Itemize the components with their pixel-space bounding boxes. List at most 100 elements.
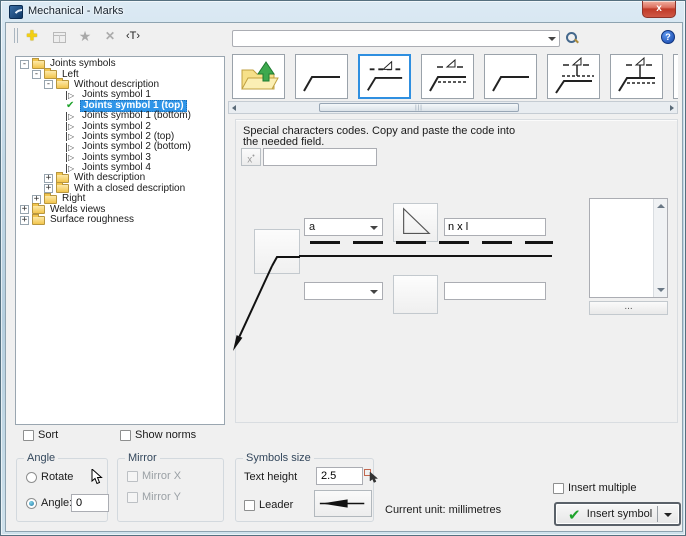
- tree-item-joints-symbol-1-bottom[interactable]: ▷ Joints symbol 1 (bottom): [16, 111, 224, 121]
- angle-input[interactable]: [76, 496, 104, 510]
- scroll-up-icon[interactable]: [657, 204, 665, 208]
- text-height-input[interactable]: [321, 469, 358, 483]
- expand-icon[interactable]: +: [20, 205, 29, 215]
- rotate-radio[interactable]: [26, 472, 37, 483]
- folder-icon: [44, 192, 57, 204]
- search-combobox[interactable]: [232, 30, 560, 47]
- tree-item-joints-symbol-2-bottom[interactable]: ▷ Joints symbol 2 (bottom): [16, 142, 224, 152]
- special-char-code-button[interactable]: x•: [241, 148, 261, 166]
- pick-height-button[interactable]: [364, 468, 379, 483]
- chevron-down-icon[interactable]: [370, 290, 378, 294]
- text-style-icon: ‹T›: [125, 30, 141, 42]
- leader-label: Leader: [259, 499, 294, 511]
- special-chars-hint-line2: the needed field.: [243, 136, 325, 148]
- delete-button[interactable]: ✕: [99, 26, 121, 46]
- mirror-x-checkbox[interactable]: [127, 471, 138, 482]
- symbol-flag-icon: ▷: [66, 132, 78, 142]
- leader-dashed-triangle-icon: [367, 60, 405, 91]
- thumbnail-leader-plain[interactable]: [295, 54, 348, 99]
- symbol-flag-icon: ▷: [66, 153, 78, 163]
- weld-reference-line: [299, 255, 552, 257]
- scroll-left-icon[interactable]: [232, 105, 236, 111]
- chevron-down-icon[interactable]: [370, 226, 378, 230]
- angle-radio[interactable]: [26, 498, 37, 509]
- toolbar-grip[interactable]: [14, 28, 18, 43]
- dialog-window: Mechanical - Marks x ✚ ★ ✕ ‹T› ? - Joints…: [0, 0, 686, 536]
- thumbnail-selected-symbol[interactable]: [358, 54, 411, 99]
- search-icon[interactable]: [566, 32, 579, 45]
- scroll-right-icon[interactable]: [670, 105, 674, 111]
- open-folder-icon: [241, 61, 279, 90]
- thumbnail-symbol-7[interactable]: [610, 54, 663, 99]
- weld-identification-dashed-line: [310, 241, 553, 244]
- favorite-button[interactable]: ★: [74, 26, 96, 46]
- pick-cursor-icon: [369, 472, 379, 483]
- help-button[interactable]: ?: [661, 30, 675, 44]
- expand-icon[interactable]: +: [44, 173, 53, 183]
- fillet-weld-triangle-icon: [403, 207, 431, 234]
- thumbnail-scrollbar[interactable]: |||: [228, 101, 678, 114]
- leader-checkbox[interactable]: [244, 500, 255, 511]
- chevron-down-icon[interactable]: [548, 37, 556, 41]
- bottom-note-input[interactable]: [448, 284, 542, 298]
- notes-listbox[interactable]: [589, 198, 668, 298]
- app-icon: [9, 5, 23, 19]
- bottom-weld-symbol-button[interactable]: [393, 275, 438, 314]
- tree-item-surface-roughness[interactable]: + Surface roughness: [16, 213, 224, 225]
- symbols-tree: - Joints symbols - Left - Without descripti…: [15, 56, 225, 425]
- thumbnail-symbol-5[interactable]: [484, 54, 537, 99]
- symbol-thumbnail-strip: [232, 54, 678, 100]
- leader-triangle-stem-dashed-above-icon: [555, 56, 594, 94]
- insert-multiple-checkbox[interactable]: [553, 483, 564, 494]
- thumbnail-symbol-4[interactable]: [421, 54, 474, 99]
- thumbnail-partial[interactable]: [673, 54, 678, 99]
- angle-group: Angle Rotate Angle:: [16, 452, 109, 522]
- scrollbar-thumb[interactable]: |||: [319, 103, 519, 112]
- top-note-input[interactable]: [448, 220, 542, 234]
- mirror-y-label: Mirror Y: [142, 491, 181, 503]
- text-height-label: Text height: [244, 471, 298, 483]
- leader-arrow-style-button[interactable]: [314, 490, 372, 517]
- expand-icon[interactable]: +: [20, 215, 29, 225]
- text-style-button[interactable]: ‹T›: [122, 26, 144, 46]
- insert-symbol-button[interactable]: ✔ Insert symbol: [554, 502, 681, 526]
- folder-icon: [56, 78, 69, 90]
- mirror-group: Mirror Mirror X Mirror Y: [117, 452, 224, 522]
- listbox-scrollbar[interactable]: [653, 199, 667, 297]
- symbol-flag-icon: ▷: [66, 111, 78, 121]
- current-unit-label: Current unit: millimetres: [385, 504, 502, 516]
- mirror-y-checkbox[interactable]: [127, 492, 138, 503]
- top-weld-symbol-button[interactable]: [393, 203, 438, 242]
- rotate-label: Rotate: [41, 471, 74, 483]
- collapse-icon[interactable]: -: [20, 59, 29, 69]
- arrowhead-preview-icon: [319, 499, 365, 508]
- favorite-star-icon: ★: [78, 28, 92, 44]
- text-height-field-box: [316, 467, 363, 485]
- thumbnail-symbol-6[interactable]: [547, 54, 600, 99]
- special-char-code-input[interactable]: [267, 150, 373, 164]
- symbol-flag-icon: ▷: [66, 163, 78, 173]
- add-button[interactable]: ✚: [21, 26, 43, 46]
- search-input[interactable]: [235, 32, 540, 45]
- show-norms-checkbox[interactable]: [120, 430, 131, 441]
- split-button-divider: [657, 506, 658, 522]
- check-icon: ✔: [568, 506, 581, 524]
- collapse-icon[interactable]: -: [32, 70, 41, 80]
- details-icon: [52, 32, 66, 43]
- insert-multiple-label: Insert multiple: [568, 482, 637, 494]
- close-button[interactable]: x: [642, 1, 676, 18]
- scroll-down-icon[interactable]: [657, 288, 665, 292]
- collapse-icon[interactable]: -: [44, 80, 53, 90]
- details-button[interactable]: [48, 26, 70, 46]
- symbol-flag-icon: ▷: [66, 122, 78, 132]
- sort-checkbox[interactable]: [23, 430, 34, 441]
- angle-group-title: Angle: [24, 452, 59, 464]
- browse-notes-button[interactable]: ...: [589, 301, 668, 315]
- title-bar[interactable]: Mechanical - Marks x: [1, 1, 685, 22]
- symbols-size-group: Symbols size Text height Leader: [235, 452, 379, 522]
- thumbnail-open-folder[interactable]: [232, 54, 285, 99]
- insert-options-chevron-icon[interactable]: [664, 513, 672, 517]
- tree-item-right[interactable]: + Right: [16, 192, 224, 204]
- leader-triangle-dashed-below-icon: [429, 58, 468, 92]
- add-icon: ✚: [26, 28, 38, 43]
